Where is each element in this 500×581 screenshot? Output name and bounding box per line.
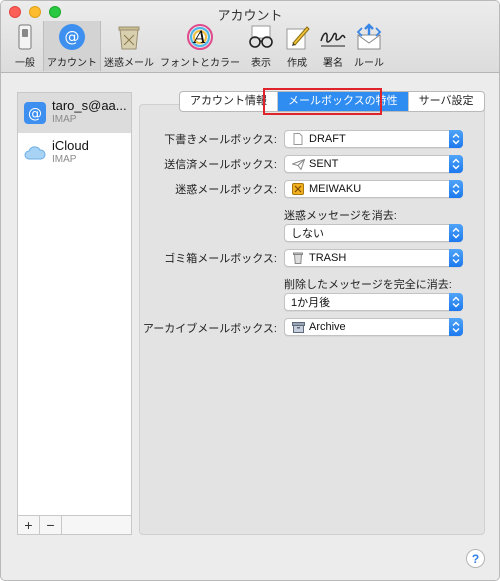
account-list: @ taro_s@aa... IMAP iCloud IMAP	[17, 92, 132, 516]
junk-mailbox-label: 迷惑メールボックス:	[175, 184, 277, 196]
account-item-icloud[interactable]: iCloud IMAP	[18, 133, 131, 173]
erase-deleted-label: 削除したメッセージを完全に消去:	[284, 279, 452, 291]
archive-mailbox-label: アーカイブメールボックス:	[142, 323, 277, 335]
toolbar-label: 署名	[323, 58, 343, 69]
chevron-updown-icon	[449, 224, 463, 242]
help-button[interactable]: ?	[466, 549, 485, 568]
tab-server-settings[interactable]: サーバ設定	[408, 92, 484, 111]
toolbar-label: 迷惑メール	[104, 58, 154, 69]
trash-mailbox-label: ゴミ箱メールボックス:	[164, 253, 277, 265]
sent-mailbox-select[interactable]: SENT	[284, 155, 463, 173]
font-color-icon: A	[185, 23, 215, 51]
toolbar-label: 一般	[15, 58, 35, 69]
junk-bin-icon	[291, 183, 305, 196]
drafts-mailbox-label: 下書きメールボックス:	[164, 134, 277, 146]
account-type: IMAP	[52, 154, 77, 165]
account-item-taro[interactable]: @ taro_s@aa... IMAP	[18, 93, 131, 133]
drafts-mailbox-select[interactable]: DRAFT	[284, 130, 463, 148]
glasses-icon	[246, 23, 276, 51]
svg-text:@: @	[28, 106, 42, 122]
junk-mailbox-value: MEIWAKU	[309, 183, 362, 195]
archive-mailbox-value: Archive	[309, 321, 346, 333]
trash-mailbox-value: TRASH	[309, 252, 347, 264]
tab-mailbox-behaviors[interactable]: メールボックスの特性	[278, 92, 409, 111]
add-account-button[interactable]: +	[18, 516, 40, 534]
sent-mailbox-label: 送信済メールボックス:	[164, 159, 277, 171]
account-type: IMAP	[52, 114, 77, 125]
chevron-updown-icon	[449, 155, 463, 173]
toolbar-junk[interactable]: 迷惑メール	[101, 21, 157, 71]
drafts-mailbox-value: DRAFT	[309, 133, 346, 145]
erase-deleted-value: 1か月後	[291, 297, 331, 309]
remove-account-button[interactable]: −	[40, 516, 62, 534]
cloud-icon	[24, 142, 46, 164]
erase-junk-select[interactable]: しない	[284, 224, 463, 242]
toolbar-label: ルール	[354, 58, 384, 69]
toolbar-label: アカウント	[47, 58, 97, 69]
toolbar-label: フォントとカラー	[160, 58, 240, 69]
chevron-updown-icon	[449, 130, 463, 148]
chevron-updown-icon	[449, 293, 463, 311]
toolbar-rules[interactable]: ルール	[351, 21, 387, 71]
toolbar-signatures[interactable]: 署名	[315, 21, 351, 71]
toolbar-label: 作成	[287, 58, 307, 69]
chevron-updown-icon	[449, 318, 463, 336]
toolbar-general[interactable]: 一般	[7, 21, 43, 71]
signature-icon	[318, 23, 348, 51]
junk-mailbox-select[interactable]: MEIWAKU	[284, 180, 463, 198]
paper-plane-icon	[291, 158, 305, 171]
document-icon	[291, 133, 305, 146]
tab-account-info[interactable]: アカウント情報	[180, 92, 278, 111]
trash-junk-icon	[114, 23, 144, 51]
preferences-toolbar: 一般 @ アカウント 迷惑メール A フォントとカラー 表示 作成 署名 ルール	[7, 21, 387, 71]
chevron-updown-icon	[449, 249, 463, 267]
at-sign-icon: @	[57, 23, 87, 51]
archive-mailbox-select[interactable]: Archive	[284, 318, 463, 336]
erase-junk-label: 迷惑メッセージを消去:	[284, 210, 397, 222]
toolbar-label: 表示	[251, 58, 271, 69]
pencil-icon	[282, 23, 312, 51]
toolbar-fonts-colors[interactable]: A フォントとカラー	[157, 21, 243, 71]
account-list-buttons: + −	[17, 516, 132, 535]
svg-text:@: @	[65, 28, 80, 46]
erase-junk-value: しない	[291, 228, 324, 240]
account-name: iCloud	[52, 138, 89, 153]
svg-text:A: A	[192, 28, 206, 48]
chevron-updown-icon	[449, 180, 463, 198]
preferences-window: アカウント 一般 @ アカウント 迷惑メール A フォントとカラー 表示 作成 …	[0, 0, 500, 581]
erase-deleted-select[interactable]: 1か月後	[284, 293, 463, 311]
toolbar-composing[interactable]: 作成	[279, 21, 315, 71]
titlebar: アカウント 一般 @ アカウント 迷惑メール A フォントとカラー 表示 作成 …	[1, 1, 499, 73]
general-switch-icon	[10, 23, 40, 51]
sent-mailbox-value: SENT	[309, 158, 339, 170]
toolbar-viewing[interactable]: 表示	[243, 21, 279, 71]
rules-envelope-icon	[354, 23, 384, 51]
trash-mailbox-select[interactable]: TRASH	[284, 249, 463, 267]
account-name: taro_s@aa...	[52, 98, 127, 113]
toolbar-accounts[interactable]: @ アカウント	[43, 21, 101, 71]
archive-box-icon	[291, 321, 305, 334]
at-sign-icon: @	[24, 102, 46, 124]
account-tabs: アカウント情報 メールボックスの特性 サーバ設定	[179, 91, 485, 112]
trash-icon	[291, 252, 305, 265]
